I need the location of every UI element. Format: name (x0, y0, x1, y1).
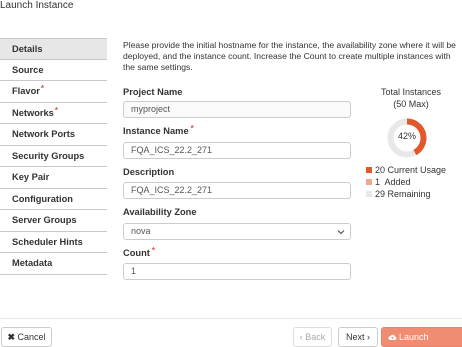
chevron-down-icon (337, 230, 345, 235)
sidebar-item-label: Metadata (12, 258, 53, 268)
sidebar-item-label: Configuration (12, 193, 73, 204)
sidebar-item-metadata[interactable]: Metadata (0, 253, 107, 275)
sidebar-item-label: Server Groups (12, 215, 77, 225)
legend-label: Remaining (387, 189, 431, 199)
cancel-button[interactable]: ✖ Cancel (1, 327, 52, 347)
quota-title: Total Instances (380, 87, 442, 97)
description-label: Description (123, 167, 174, 177)
legend-count: 1 (375, 177, 381, 187)
sidebar-item-server-groups[interactable]: Server Groups (0, 210, 107, 232)
project-name-label-text: Project Name (123, 87, 183, 97)
details-description: Please provide the initial hostname for … (123, 40, 456, 72)
legend-swatch (366, 191, 372, 197)
sidebar-item-source[interactable]: Source (0, 60, 107, 81)
instance-quota: Total Instances (50 Max) (360, 86, 462, 110)
legend-count: 20 (375, 165, 386, 175)
instance-name-label: Instance Name * (123, 124, 194, 136)
back-button[interactable]: ‹ Back (293, 327, 332, 347)
project-name-label: Project Name (123, 87, 182, 97)
legend-current-usage: 20 Current Usage (366, 165, 446, 176)
sidebar-item-label: Details (12, 44, 43, 54)
sidebar-item-security-groups[interactable]: Security Groups (0, 146, 107, 167)
sidebar-item-flavor[interactable]: Flavor* (0, 81, 107, 103)
sidebar-item-configuration[interactable]: Configuration (0, 189, 107, 210)
quota-percent: 42% (397, 131, 416, 141)
count-label: Count * (123, 246, 155, 258)
sidebar-item-label: Networks (12, 107, 54, 118)
launch-instance-button[interactable]: Launch Instance (381, 327, 462, 347)
project-name-field[interactable]: myproject (123, 101, 351, 118)
required-marker: * (190, 124, 194, 133)
wizard-sidebar: Details Source Flavor* Networks* Network… (0, 38, 107, 275)
availability-zone-select[interactable]: nova (123, 223, 351, 240)
sidebar-item-label: Flavor (12, 86, 40, 96)
required-marker: * (40, 84, 45, 93)
sidebar-item-details[interactable]: Details (0, 38, 107, 60)
sidebar-item-key-pair[interactable]: Key Pair (0, 167, 107, 189)
sidebar-item-label: Network Ports (12, 129, 76, 139)
dialog-title: Launch Instance (0, 0, 74, 11)
sidebar-item-label: Key Pair (12, 172, 50, 182)
description-field[interactable]: FQA_ICS_22.2_271 (123, 182, 351, 199)
sidebar-item-label: Security Groups (12, 150, 85, 161)
sidebar-item-network-ports[interactable]: Network Ports (0, 124, 107, 146)
required-marker: * (151, 246, 155, 255)
instance-name-field[interactable]: FQA_ICS_22.2_271 (123, 142, 351, 159)
sidebar-item-label: Scheduler Hints (12, 236, 83, 247)
instance-name-label-text: Instance Name (123, 126, 189, 136)
next-button[interactable]: Next › (338, 327, 378, 347)
legend-label: Current Usage (387, 165, 447, 175)
footer-divider (0, 318, 462, 319)
sidebar-item-networks[interactable]: Networks* (0, 103, 107, 124)
required-marker: * (54, 105, 58, 115)
count-field[interactable]: 1 (123, 263, 351, 280)
legend-count: 29 (375, 189, 386, 199)
cloud-upload-icon (388, 334, 397, 340)
legend-swatch (366, 167, 372, 173)
description-label-text: Description (123, 167, 175, 177)
legend-added: 1 Added (366, 177, 411, 188)
count-label-text: Count (123, 248, 150, 258)
availability-zone-value: nova (131, 226, 151, 236)
legend-remaining: 29 Remaining (366, 189, 431, 200)
quota-max: (50 Max) (393, 99, 429, 109)
details-panel: Please provide the initial hostname for … (123, 40, 462, 73)
legend-swatch (366, 179, 372, 185)
cancel-button-label: Cancel (17, 332, 46, 342)
sidebar-item-scheduler-hints[interactable]: Scheduler Hints (0, 232, 107, 253)
legend-label: Added (384, 177, 411, 187)
availability-zone-label: Availability Zone (123, 207, 197, 217)
sidebar-item-label: Source (12, 64, 44, 75)
availability-zone-label-text: Availability Zone (123, 207, 197, 217)
close-icon: ✖ (7, 332, 15, 342)
